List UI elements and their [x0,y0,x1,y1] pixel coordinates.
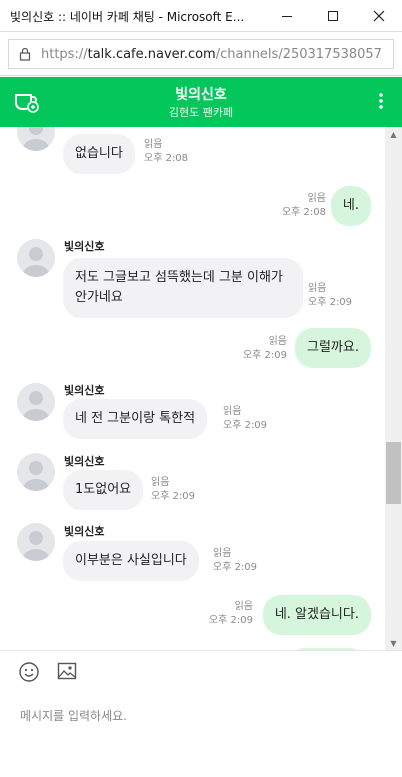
message-time: 오후 2:09 [223,420,268,431]
sender-name: 빛의신호 [64,384,105,397]
close-button[interactable] [356,0,402,32]
lock-icon[interactable] [19,47,31,61]
message-bubble[interactable]: 없습니다 [63,134,135,174]
message-time: 오후 2:09 [151,491,196,502]
message-bubble[interactable]: 이부분은 사실입니다 [63,541,199,581]
message-meta: 읽음 오후 2:08 [282,192,326,220]
message-time: 오후 2:09 [213,562,258,573]
maximize-button[interactable] [310,0,356,32]
sender-name: 빛의신호 [64,525,105,538]
more-vertical-icon[interactable] [378,92,384,114]
read-status: 읽음 [268,336,287,347]
avatar[interactable] [17,453,55,491]
message-input[interactable]: 메시지를 입력하세요. [20,707,127,724]
chat-title: 빛의신호 [175,87,227,103]
chat-scrollbar[interactable]: ▲ ▼ [385,127,402,650]
avatar[interactable] [17,127,55,151]
message-bubble[interactable]: 그럴까요. [295,328,371,368]
message-meta: 읽음 오후 2:09 [213,547,257,575]
message-time: 오후 2:09 [242,350,287,361]
sender-name: 빛의신호 [64,240,105,253]
message-bubble[interactable]: 1도없어요 [63,470,144,510]
sender-name: 빛의신호 [64,455,105,468]
read-status: 읽음 [223,406,242,417]
window-titlebar: 빛의신호 :: 네이버 카페 채팅 - Microsoft E... [0,0,402,32]
chat-subtitle: 김현도 팬카페 [168,106,234,119]
chat-messages[interactable]: 없습니다 읽음 오후 2:08 네. 읽음 오후 2:08 빛의신호 저도 그글… [0,127,385,650]
close-icon [373,10,385,22]
message-meta: 읽음 오후 2:09 [209,600,253,628]
message-meta: 읽음 오후 2:09 [151,476,195,504]
message-time: 오후 2:08 [144,153,189,164]
read-status: 읽음 [307,193,326,204]
avatar[interactable] [17,239,55,277]
read-status: 읽음 [234,601,253,612]
message-meta: 읽음 오후 2:08 [144,138,188,166]
message-meta: 읽음 오후 2:09 [223,405,267,433]
message-meta: 읽음 오후 2:09 [308,282,352,310]
read-status: 읽음 [151,477,170,488]
message-time: 오후 2:09 [308,297,353,308]
message-bubble[interactable]: 네 전 그분이랑 톡한적 [63,399,208,439]
url-path: /channels/250317538057 [215,46,382,62]
message-time: 오후 2:09 [208,615,253,626]
address-bar[interactable]: https://talk.cafe.naver.com/channels/250… [8,39,394,69]
read-status: 읽음 [308,283,327,294]
read-status: 읽음 [213,548,232,559]
message-time: 오후 2:08 [281,207,326,218]
message-bubble[interactable]: 저도 그글보고 섬뜩했는데 그분 이해가 안가네요 [63,258,303,318]
url-host: talk.cafe.naver.com [87,46,216,62]
scroll-up-arrow-icon[interactable]: ▲ [385,127,402,141]
message-meta: 읽음 오후 2:09 [243,335,287,363]
read-status: 읽음 [144,139,163,150]
address-bar-area: https://talk.cafe.naver.com/channels/250… [0,32,402,76]
scrollbar-thumb[interactable] [386,442,401,504]
url-scheme: https:// [41,46,88,62]
avatar[interactable] [17,523,55,561]
message-composer: 메시지를 입력하세요. [0,650,402,777]
minimize-button[interactable] [264,0,310,32]
minimize-icon [282,16,292,17]
image-icon[interactable] [57,661,77,685]
message-bubble[interactable]: 네. 알겠습니다. [262,595,371,635]
avatar[interactable] [17,383,55,421]
scroll-down-arrow-icon[interactable]: ▼ [385,636,402,650]
message-bubble[interactable]: 네. [330,186,371,226]
emoji-icon[interactable] [18,661,40,687]
maximize-icon [328,11,338,21]
window-title: 빛의신호 :: 네이버 카페 채팅 - Microsoft E... [10,10,245,24]
chat-header: 빛의신호 김현도 팬카페 [0,77,402,127]
